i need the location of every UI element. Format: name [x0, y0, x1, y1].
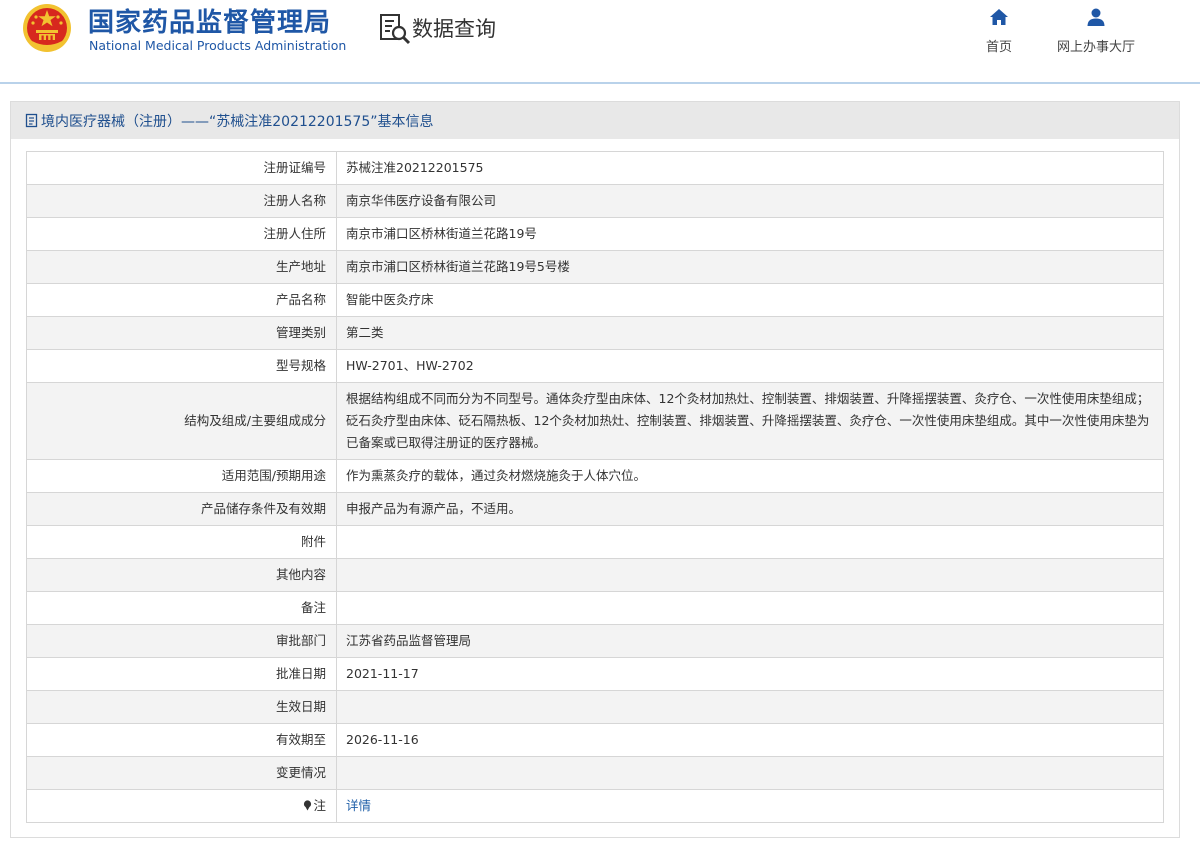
panel-title: 境内医疗器械（注册）——“苏械注准20212201575”基本信息: [41, 113, 434, 130]
field-label: 注册人住所: [26, 217, 337, 251]
field-label: 产品名称: [26, 283, 337, 317]
field-label: 管理类别: [26, 316, 337, 350]
field-label: 变更情况: [26, 756, 337, 790]
table-row: 审批部门 江苏省药品监督管理局: [26, 624, 1164, 658]
field-label: 附件: [26, 525, 337, 559]
site-header: 国家药品监督管理局 National Medical Products Admi…: [0, 0, 1200, 84]
field-value: 第二类: [336, 316, 1164, 350]
table-row: 有效期至 2026-11-16: [26, 723, 1164, 757]
nav-home-label: 首页: [986, 40, 1013, 55]
field-value: 苏械注准20212201575: [336, 151, 1164, 185]
table-row: 变更情况: [26, 756, 1164, 790]
field-label: 注册人名称: [26, 184, 337, 218]
table-row: 生产地址 南京市浦口区桥林街道兰花路19号5号楼: [26, 250, 1164, 284]
field-value: [336, 558, 1164, 592]
table-row: 备注: [26, 591, 1164, 625]
info-table: 注册证编号 苏械注准20212201575 注册人名称 南京华伟医疗设备有限公司…: [26, 151, 1164, 823]
field-value: [336, 690, 1164, 724]
field-value: 2026-11-16: [336, 723, 1164, 757]
field-label: 注册证编号: [26, 151, 337, 185]
table-row: 适用范围/预期用途 作为熏蒸灸疗的载体，通过灸材燃烧施灸于人体穴位。: [26, 459, 1164, 493]
note-label-cell: 注: [26, 789, 337, 823]
panel-header: 境内医疗器械（注册）——“苏械注准20212201575”基本信息: [11, 102, 1179, 139]
field-value: 南京市浦口区桥林街道兰花路19号5号楼: [336, 250, 1164, 284]
document-icon: [25, 113, 38, 128]
field-label: 型号规格: [26, 349, 337, 383]
note-value: 详情: [336, 789, 1164, 823]
field-label: 生效日期: [26, 690, 337, 724]
table-row: 型号规格 HW-2701、HW-2702: [26, 349, 1164, 383]
nav-online-hall-label: 网上办事大厅: [1057, 40, 1136, 55]
nav-online-hall[interactable]: 网上办事大厅: [1057, 6, 1135, 55]
field-value: [336, 591, 1164, 625]
field-label: 其他内容: [26, 558, 337, 592]
field-value: 申报产品为有源产品，不适用。: [336, 492, 1164, 526]
info-panel: 境内医疗器械（注册）——“苏械注准20212201575”基本信息 注册证编号 …: [10, 101, 1180, 838]
document-search-icon: [380, 14, 411, 45]
national-emblem-icon: [23, 4, 71, 52]
field-label: 适用范围/预期用途: [26, 459, 337, 493]
user-icon: [1087, 8, 1105, 26]
pin-icon: [304, 800, 312, 811]
field-value: [336, 525, 1164, 559]
table-row: 注册人名称 南京华伟医疗设备有限公司: [26, 184, 1164, 218]
field-value: 作为熏蒸灸疗的载体，通过灸材燃烧施灸于人体穴位。: [336, 459, 1164, 493]
table-row: 生效日期: [26, 690, 1164, 724]
table-row: 批准日期 2021-11-17: [26, 657, 1164, 691]
field-value: 江苏省药品监督管理局: [336, 624, 1164, 658]
nav-home[interactable]: 首页: [986, 6, 1012, 55]
site-title-english: National Medical Products Administration: [89, 38, 347, 53]
table-row: 产品名称 智能中医灸疗床: [26, 283, 1164, 317]
field-label: 有效期至: [26, 723, 337, 757]
field-label: 备注: [26, 591, 337, 625]
table-row-note: 注 详情: [26, 789, 1164, 823]
field-value: 智能中医灸疗床: [336, 283, 1164, 317]
field-value: 2021-11-17: [336, 657, 1164, 691]
field-label: 生产地址: [26, 250, 337, 284]
note-label: 注: [313, 798, 326, 813]
field-label: 审批部门: [26, 624, 337, 658]
field-value: 南京市浦口区桥林街道兰花路19号: [336, 217, 1164, 251]
field-value: [336, 756, 1164, 790]
table-row: 注册人住所 南京市浦口区桥林街道兰花路19号: [26, 217, 1164, 251]
header-divider: [0, 82, 1200, 84]
field-value: 根据结构组成不同而分为不同型号。通体灸疗型由床体、12个灸材加热灶、控制装置、排…: [336, 382, 1164, 460]
detail-link[interactable]: 详情: [346, 798, 371, 813]
home-icon: [990, 9, 1008, 25]
site-title: 国家药品监督管理局: [88, 8, 332, 38]
table-row: 其他内容: [26, 558, 1164, 592]
table-row: 注册证编号 苏械注准20212201575: [26, 151, 1164, 185]
query-label: 数据查询: [412, 17, 496, 41]
field-label: 批准日期: [26, 657, 337, 691]
field-value: HW-2701、HW-2702: [336, 349, 1164, 383]
table-row: 附件: [26, 525, 1164, 559]
field-label: 结构及组成/主要组成成分: [26, 382, 337, 460]
field-value: 南京华伟医疗设备有限公司: [336, 184, 1164, 218]
table-row: 产品储存条件及有效期 申报产品为有源产品，不适用。: [26, 492, 1164, 526]
table-row: 管理类别 第二类: [26, 316, 1164, 350]
table-row: 结构及组成/主要组成成分 根据结构组成不同而分为不同型号。通体灸疗型由床体、12…: [26, 382, 1164, 460]
field-label: 产品储存条件及有效期: [26, 492, 337, 526]
